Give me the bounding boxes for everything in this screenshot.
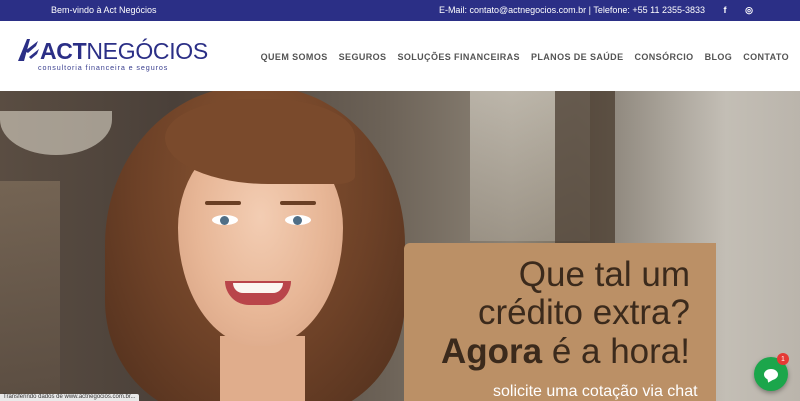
chat-bubble-icon <box>764 368 778 380</box>
nav-item-blog[interactable]: BLOG <box>705 52 733 62</box>
contact-info[interactable]: E-Mail: contato@actnegocios.com.br | Tel… <box>439 5 705 15</box>
brand-tagline: consultoria financeira e seguros <box>38 63 169 72</box>
promo-line-1: Que tal um <box>518 255 690 294</box>
top-bar: Bem-vindo à Act Negócios E-Mail: contato… <box>0 0 800 21</box>
left-eye <box>212 215 238 225</box>
brand-light: NEGÓCIOS <box>86 38 208 64</box>
left-brow <box>205 201 241 205</box>
social-links: f ◎ <box>718 3 756 17</box>
site-header: ACTNEGÓCIOS consultoria financeira e seg… <box>0 21 800 91</box>
hero-banner: Que tal um crédito extra? Agora é a hora… <box>0 91 800 401</box>
nav-item-consorcio[interactable]: CONSÓRCIO <box>634 52 693 62</box>
promo-line-3-bold: Agora <box>440 332 543 371</box>
promo-cta[interactable]: solicite uma cotação via chat <box>493 383 698 401</box>
nav-item-contato[interactable]: CONTATO <box>743 52 789 62</box>
chat-button[interactable]: 1 <box>754 353 789 391</box>
promo-box[interactable]: Que tal um crédito extra? Agora é a hora… <box>404 243 716 401</box>
chat-notification-badge: 1 <box>777 353 789 365</box>
promo-line-3-rest: é a hora! <box>542 332 690 371</box>
logo-mark-icon <box>18 39 39 61</box>
brand-name: ACTNEGÓCIOS <box>40 39 208 63</box>
nav-item-solucoes-financeiras[interactable]: SOLUÇÕES FINANCEIRAS <box>397 52 520 62</box>
facebook-icon[interactable]: f <box>718 3 732 17</box>
logo[interactable]: ACTNEGÓCIOS consultoria financeira e seg… <box>16 37 208 75</box>
background-wall <box>0 181 60 401</box>
right-eye <box>285 215 311 225</box>
nav-item-seguros[interactable]: SEGUROS <box>339 52 387 62</box>
main-nav: QUEM SOMOS SEGUROS SOLUÇÕES FINANCEIRAS … <box>261 52 789 62</box>
nav-item-planos-de-saude[interactable]: PLANOS DE SAÚDE <box>531 52 624 62</box>
nav-item-quem-somos[interactable]: QUEM SOMOS <box>261 52 328 62</box>
promo-line-3: Agora é a hora! <box>441 334 690 370</box>
instagram-icon[interactable]: ◎ <box>742 3 756 17</box>
promo-line-2: crédito extra? <box>477 293 690 332</box>
hero-photo-woman <box>80 91 440 401</box>
right-brow <box>280 201 316 205</box>
welcome-text: Bem-vindo à Act Negócios <box>51 5 157 15</box>
browser-status-bar: Transferindo dados de www.actnegocios.co… <box>0 394 139 401</box>
brand-bold: ACT <box>40 38 87 64</box>
